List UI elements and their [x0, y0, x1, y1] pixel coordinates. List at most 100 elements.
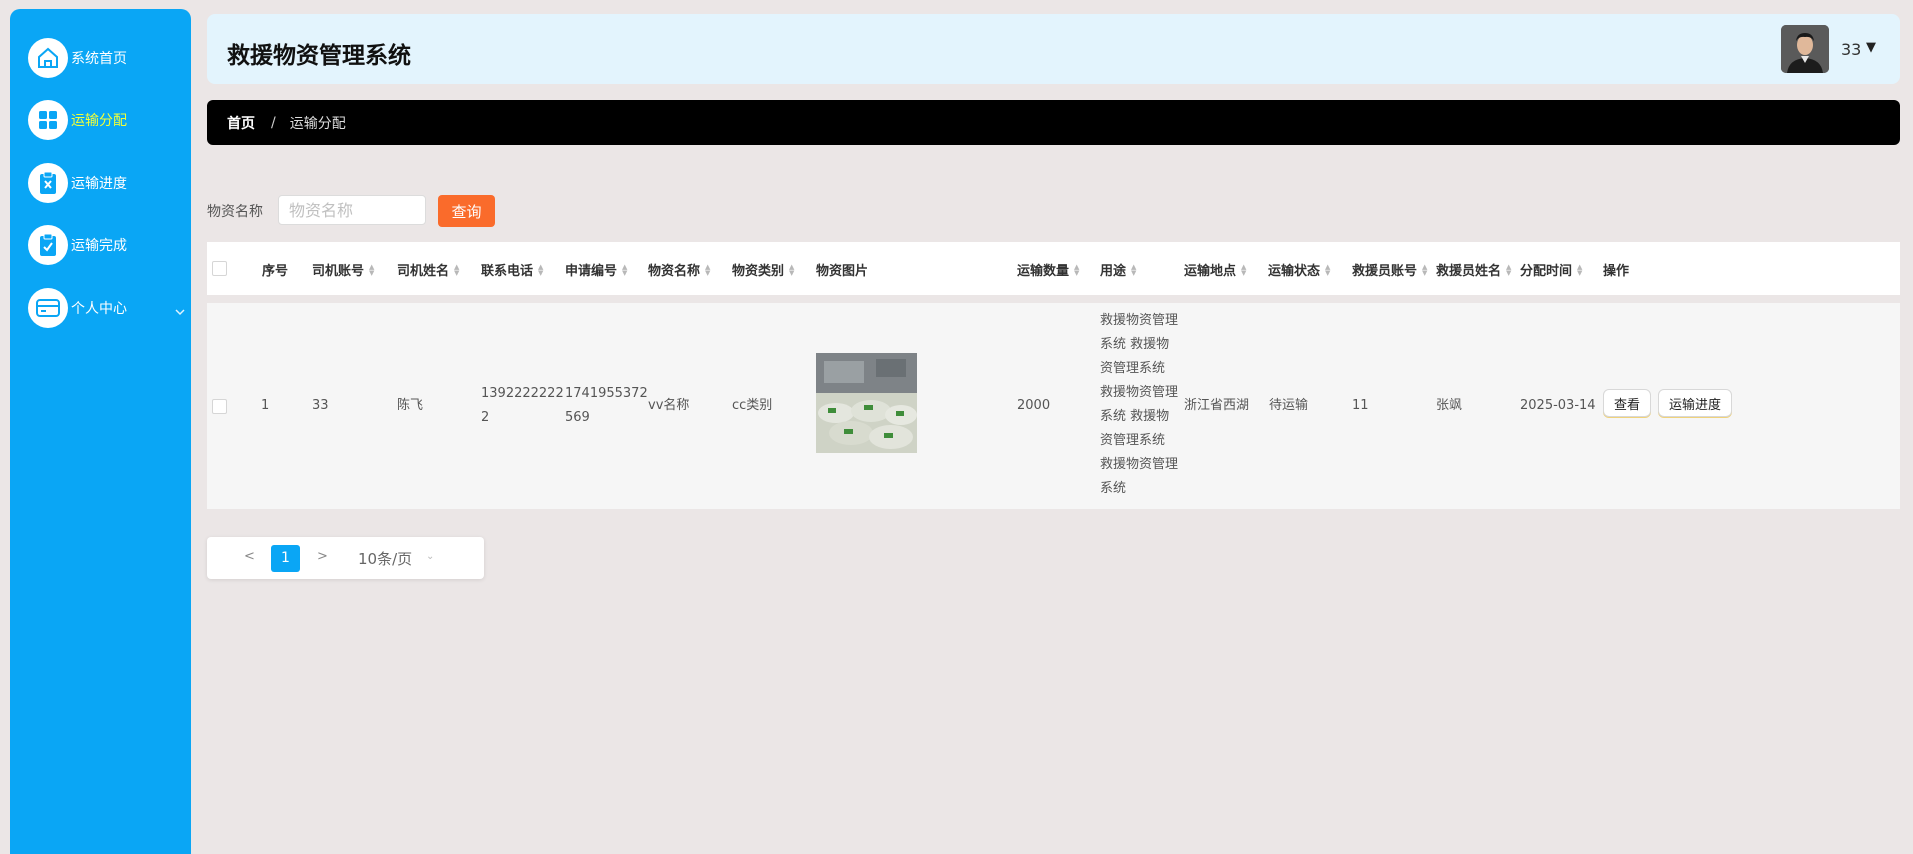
prev-page-button[interactable]: < — [244, 549, 255, 564]
row-checkbox[interactable] — [212, 399, 227, 414]
column-header[interactable]: 分配时间 ▲ ▼ — [1520, 260, 1582, 279]
cell-line: 系统 救援物 — [1100, 337, 1170, 352]
cell-material-type: cc类别 — [732, 398, 773, 413]
column-header[interactable]: 司机账号 ▲ ▼ — [312, 260, 374, 279]
sort-icon[interactable]: ▲ ▼ — [1325, 263, 1330, 276]
sidebar-item-profile[interactable]: 个人中心 — [28, 287, 188, 329]
sort-icon[interactable]: ▲ ▼ — [454, 263, 459, 276]
sidebar-item-label: 个人中心 — [71, 301, 127, 317]
breadcrumb-current: 运输分配 — [289, 115, 346, 132]
column-header[interactable]: 司机姓名 ▲ ▼ — [397, 260, 459, 279]
chevron-down-icon[interactable]: ⌄ — [426, 551, 434, 562]
column-header-label: 司机账号 — [312, 264, 365, 279]
caret-down-icon[interactable]: ▼ — [1866, 40, 1876, 55]
material-name-input[interactable] — [278, 195, 426, 225]
sort-icon[interactable]: ▲ ▼ — [1074, 263, 1079, 276]
home-icon — [28, 38, 68, 78]
cell-line: 系统 — [1100, 481, 1127, 496]
select-all-checkbox[interactable] — [212, 261, 227, 276]
view-button[interactable]: 查看 — [1603, 389, 1651, 417]
sort-icon[interactable]: ▲ ▼ — [1241, 263, 1246, 276]
sidebar-item-transport-progress[interactable]: 运输进度 — [28, 162, 188, 204]
avatar[interactable] — [1781, 25, 1829, 73]
column-header[interactable]: 用途 ▲ ▼ — [1100, 260, 1136, 279]
clipboard-check-icon — [28, 225, 68, 265]
transport-progress-button[interactable]: 运输进度 — [1658, 389, 1732, 417]
column-header-label: 序号 — [262, 264, 289, 279]
card-icon — [28, 288, 68, 328]
search-button[interactable]: 查询 — [438, 195, 495, 227]
cell-driver-account: 33 — [312, 398, 329, 413]
sort-icon[interactable]: ▲ ▼ — [1506, 263, 1511, 276]
sort-icon[interactable]: ▲ ▼ — [1422, 263, 1427, 276]
column-header[interactable]: 运输地点 ▲ ▼ — [1184, 260, 1246, 279]
sort-icon[interactable]: ▲ ▼ — [1577, 263, 1582, 276]
page-1-button[interactable]: 1 — [271, 545, 300, 572]
cell-line: 救援物资管理 — [1100, 385, 1179, 400]
cell-material-name: vv名称 — [648, 398, 690, 413]
cell-location: 浙江省西湖 — [1184, 398, 1250, 413]
sort-icon[interactable]: ▲ ▼ — [789, 263, 794, 276]
column-header-label: 运输状态 — [1268, 264, 1321, 279]
sidebar-item-label: 运输进度 — [71, 176, 127, 192]
chevron-down-icon — [174, 301, 186, 320]
column-header-label: 操作 — [1603, 264, 1630, 279]
sort-icon[interactable]: ▲ ▼ — [1131, 263, 1136, 276]
cell-line: 救援物资管理 — [1100, 457, 1179, 472]
column-header-label: 物资类别 — [732, 264, 785, 279]
cell-index: 1 — [261, 398, 270, 413]
cell-line: 资管理系统 — [1100, 433, 1166, 448]
column-header-label: 救援员账号 — [1352, 264, 1418, 279]
sidebar-item-transport-done[interactable]: 运输完成 — [28, 224, 188, 266]
sidebar-item-label: 运输完成 — [71, 238, 127, 254]
breadcrumb-separator: / — [271, 114, 276, 131]
pagination: < 1 > 10条/页 ⌄ — [207, 537, 484, 579]
page-size-select[interactable]: 10条/页 — [358, 548, 412, 569]
cell-apply-no: 1741955372 569 — [565, 382, 648, 430]
column-header: 物资图片 — [816, 260, 868, 279]
breadcrumb-home[interactable]: 首页 — [227, 113, 255, 133]
cell-assign-time: 2025-03-14 — [1520, 398, 1596, 413]
cell-line: 救援物资管理 — [1100, 313, 1179, 328]
grid-icon — [28, 100, 68, 140]
cell-line: 2 — [481, 410, 490, 425]
cell-line: 1392222222 — [481, 386, 564, 401]
column-header[interactable]: 物资名称 ▲ ▼ — [648, 260, 710, 279]
cell-purpose: 救援物资管理 系统 救援物 资管理系统 救援物资管理 系统 救援物 资管理系统 … — [1100, 309, 1178, 501]
cell-quantity: 2000 — [1017, 398, 1051, 413]
cell-line: 569 — [565, 410, 590, 425]
clipboard-x-icon — [28, 163, 68, 203]
column-header-label: 物资图片 — [816, 264, 869, 279]
sidebar-item-home[interactable]: 系统首页 — [28, 37, 188, 79]
sidebar-item-transport-assign[interactable]: 运输分配 — [28, 99, 188, 141]
user-name[interactable]: 33 — [1841, 40, 1861, 59]
table-header: 序号 司机账号 ▲ ▼ 司机姓名 ▲ ▼ 联系电话 ▲ ▼ 申请编号 ▲ ▼ 物资名称 ▲ ▼ 物资… — [207, 242, 1900, 295]
cell-rescuer-account: 11 — [1352, 398, 1369, 413]
column-header[interactable]: 运输数量 ▲ ▼ — [1017, 260, 1079, 279]
column-header[interactable]: 运输状态 ▲ ▼ — [1268, 260, 1330, 279]
sort-icon[interactable]: ▲ ▼ — [622, 263, 627, 276]
material-image[interactable] — [816, 353, 917, 453]
sort-icon[interactable]: ▲ ▼ — [369, 263, 374, 276]
column-header[interactable]: 救援员账号 ▲ ▼ — [1352, 260, 1427, 279]
cell-line: 系统 救援物 — [1100, 409, 1170, 424]
header: 救援物资管理系统 33 ▼ — [207, 14, 1900, 84]
column-header[interactable]: 申请编号 ▲ ▼ — [565, 260, 627, 279]
cell-driver-name: 陈飞 — [397, 398, 424, 413]
column-header-label: 司机姓名 — [397, 264, 450, 279]
sidebar-item-label: 系统首页 — [71, 51, 127, 67]
sort-icon[interactable]: ▲ ▼ — [538, 263, 543, 276]
column-header[interactable]: 救援员姓名 ▲ ▼ — [1436, 260, 1511, 279]
next-page-button[interactable]: > — [317, 549, 328, 564]
column-header[interactable]: 联系电话 ▲ ▼ — [481, 260, 543, 279]
column-header-label: 申请编号 — [565, 264, 618, 279]
cell-phone: 1392222222 2 — [481, 382, 564, 430]
column-header[interactable]: 物资类别 ▲ ▼ — [732, 260, 794, 279]
column-header: 操作 — [1603, 260, 1629, 279]
column-header-label: 救援员姓名 — [1436, 264, 1502, 279]
sidebar: 系统首页 运输分配 运输进度 运输完成 个人中心 — [10, 9, 191, 854]
sidebar-item-label: 运输分配 — [71, 113, 127, 129]
sort-icon[interactable]: ▲ ▼ — [705, 263, 710, 276]
cell-line: 资管理系统 — [1100, 361, 1166, 376]
app-title: 救援物资管理系统 — [227, 43, 411, 69]
